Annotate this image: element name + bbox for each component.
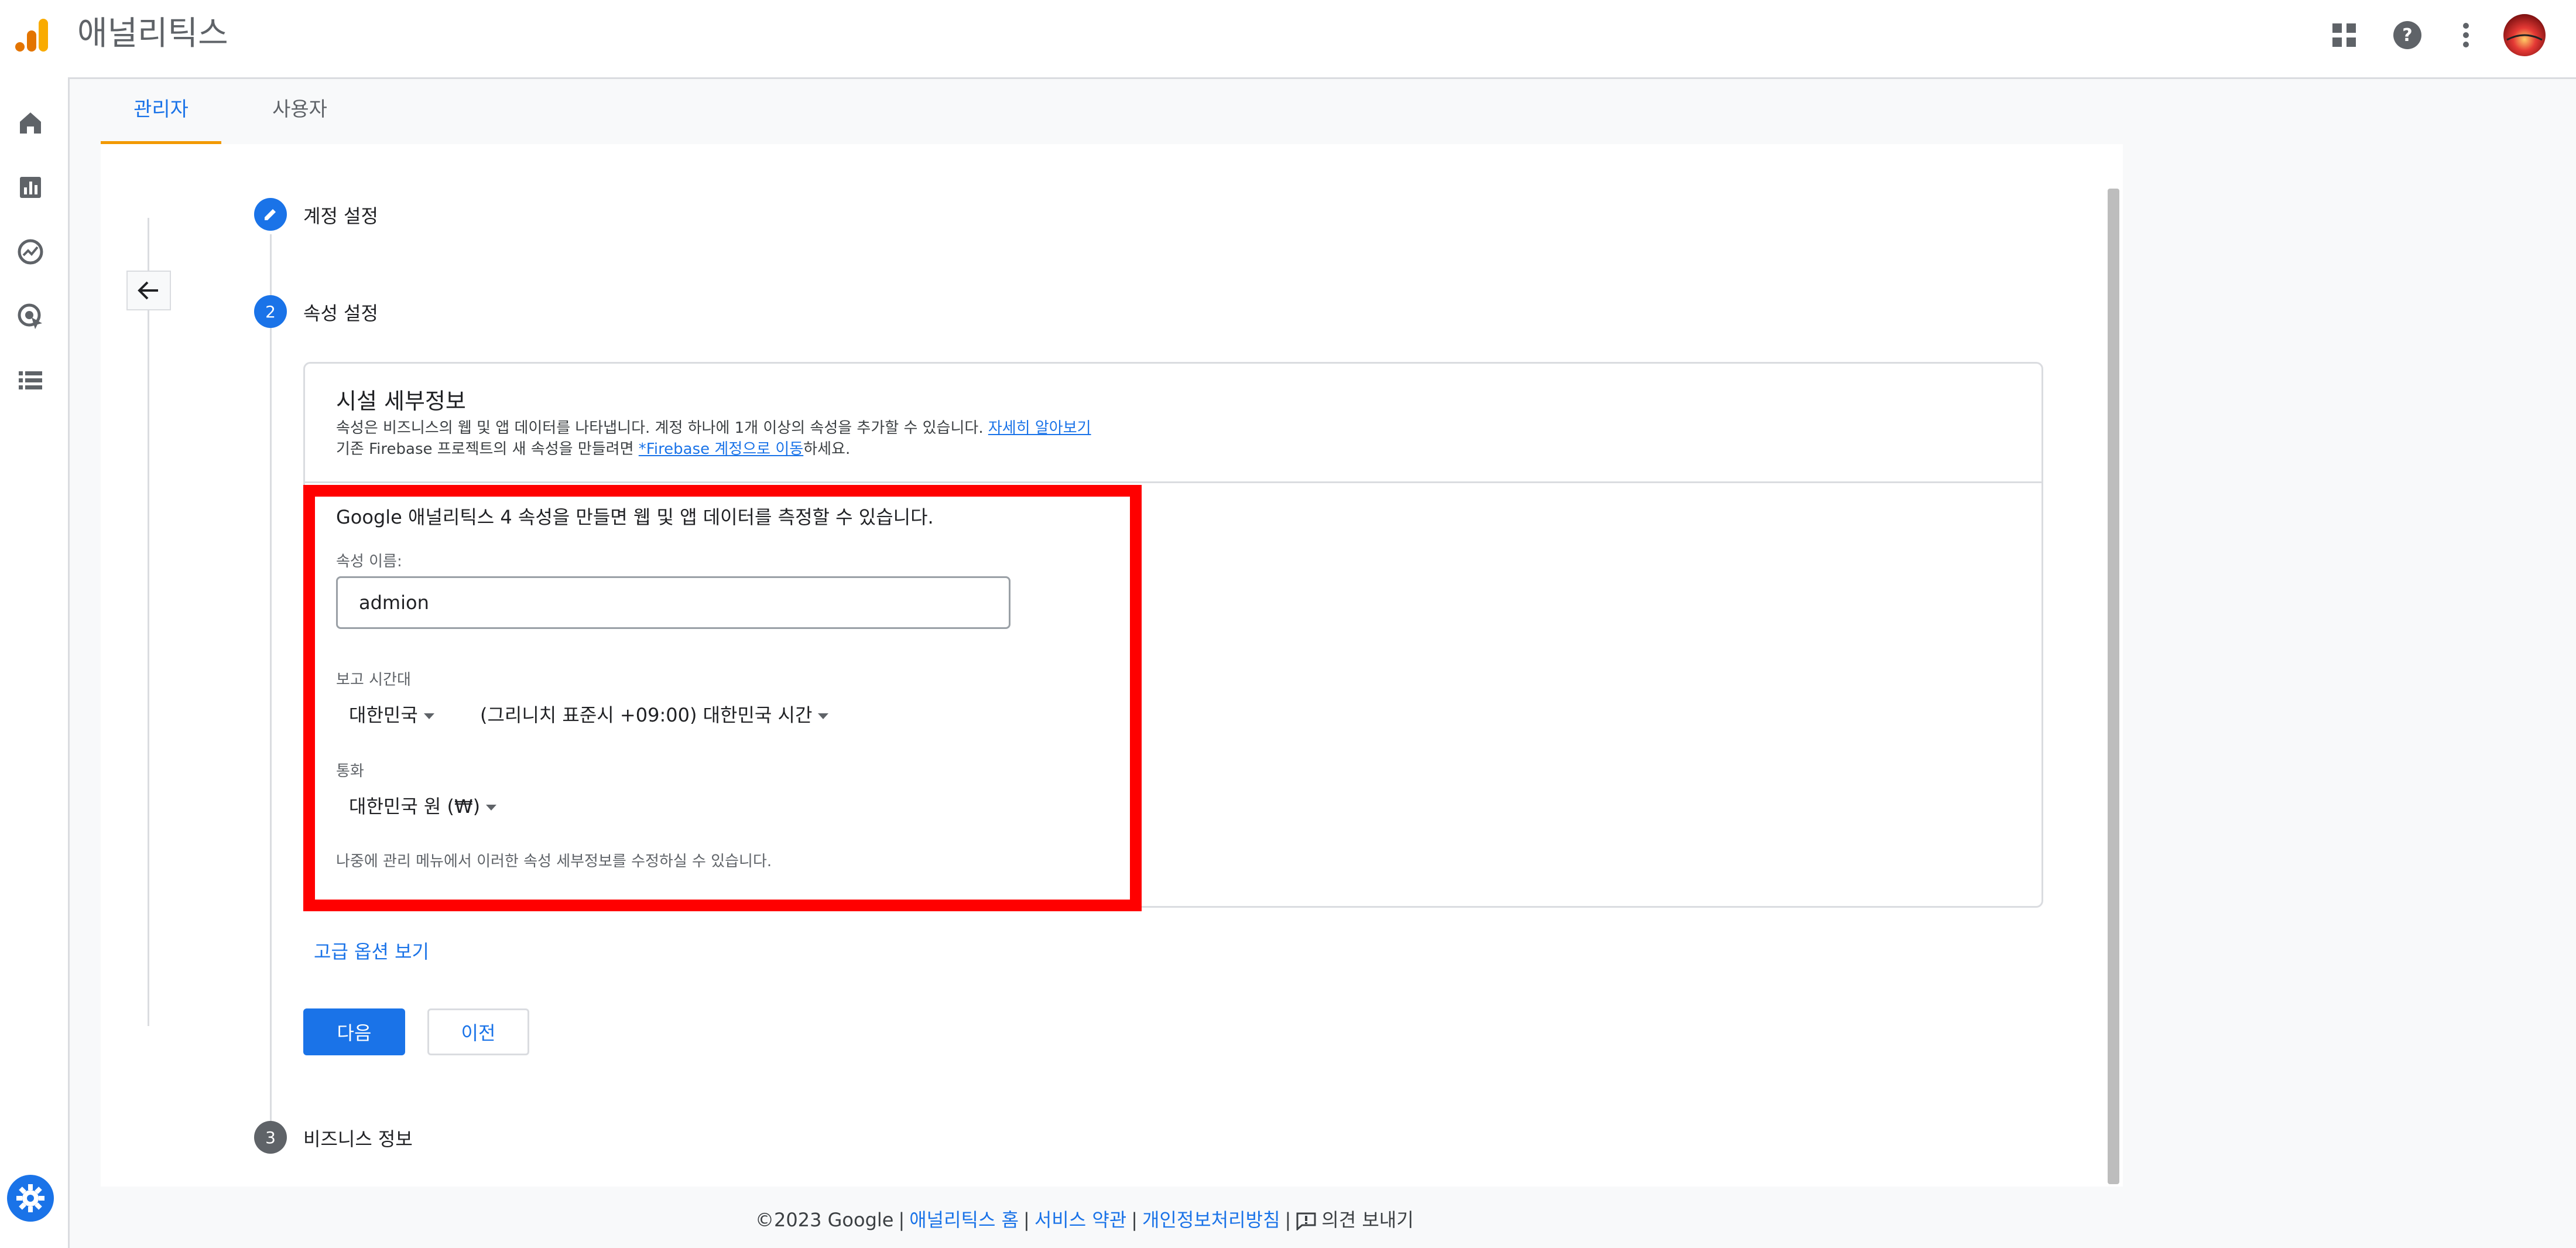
list-icon[interactable] xyxy=(14,364,47,397)
back-button[interactable] xyxy=(126,271,171,310)
left-navigation-rail xyxy=(0,77,70,1248)
step-3-label: 비즈니스 정보 xyxy=(303,1128,413,1150)
footer-feedback-link[interactable]: 의견 보내기 xyxy=(1321,1209,1413,1231)
footer-separator: | xyxy=(898,1209,905,1231)
advertising-icon[interactable] xyxy=(14,300,47,333)
svg-text:?: ? xyxy=(2402,25,2412,46)
footer-separator: | xyxy=(1023,1209,1030,1231)
scrollbar[interactable] xyxy=(2108,189,2119,1184)
footer-privacy-link[interactable]: 개인정보처리방침 xyxy=(1142,1209,1280,1231)
step-1-label[interactable]: 계정 설정 xyxy=(303,201,378,228)
firebase-link[interactable]: *Firebase 계정으로 이동 xyxy=(639,440,803,458)
bar-chart-icon[interactable] xyxy=(14,171,47,204)
learn-more-link[interactable]: 자세히 알아보기 xyxy=(988,419,1091,437)
card-divider xyxy=(303,481,2041,483)
app-title: 애널리틱스 xyxy=(77,15,228,53)
footer-copyright: ©2023 Google xyxy=(755,1209,894,1231)
footer-home-link[interactable]: 애널리틱스 홈 xyxy=(909,1209,1019,1231)
avatar[interactable] xyxy=(2502,13,2547,57)
previous-button[interactable]: 이전 xyxy=(427,1008,529,1055)
feedback-icon xyxy=(1296,1209,1321,1232)
card-description-2: 기존 Firebase 프로젝트의 새 속성을 만들려면 *Firebase 계… xyxy=(336,437,850,459)
home-icon[interactable] xyxy=(14,107,47,139)
highlight-box xyxy=(303,485,1142,911)
step-3-number: 3 xyxy=(254,1121,287,1154)
next-button[interactable]: 다음 xyxy=(303,1008,405,1055)
card-description-2-post: 하세요. xyxy=(803,440,851,458)
card-title: 시설 세부정보 xyxy=(336,388,466,414)
admin-settings-button[interactable] xyxy=(7,1175,54,1222)
help-icon[interactable]: ? xyxy=(2389,16,2426,54)
footer-separator: | xyxy=(1284,1209,1292,1231)
arrow-back-icon xyxy=(138,281,158,300)
card-description-1-text: 속성은 비즈니스의 웹 및 앱 데이터를 나타냅니다. 계정 하나에 1개 이상… xyxy=(336,419,984,437)
tab-user[interactable]: 사용자 xyxy=(253,77,347,144)
more-vert-icon[interactable] xyxy=(2447,16,2485,54)
stepper-line xyxy=(270,234,272,1136)
explore-icon[interactable] xyxy=(14,235,47,268)
step-2-label: 속성 설정 xyxy=(303,302,378,324)
step-1-done-indicator xyxy=(254,198,287,231)
footer: ©2023 Google | 애널리틱스 홈 | 서비스 약관 | 개인정보처리방침 | 의견 … xyxy=(755,1205,1414,1232)
step-2-number: 2 xyxy=(254,295,287,328)
card-description-1: 속성은 비즈니스의 웹 및 앱 데이터를 나타냅니다. 계정 하나에 1개 이상… xyxy=(336,416,1091,437)
pencil-icon xyxy=(265,209,276,220)
tab-admin[interactable]: 관리자 xyxy=(101,77,221,144)
gear-icon xyxy=(16,1184,44,1212)
card-description-2-pre: 기존 Firebase 프로젝트의 새 속성을 만들려면 xyxy=(336,440,639,458)
analytics-logo[interactable] xyxy=(13,16,50,54)
footer-separator: | xyxy=(1131,1209,1138,1231)
apps-grid-icon[interactable] xyxy=(2325,16,2363,54)
advanced-options-link[interactable]: 고급 옵션 보기 xyxy=(314,937,429,964)
footer-terms-link[interactable]: 서비스 약관 xyxy=(1034,1209,1126,1231)
outer-divider xyxy=(148,218,149,1026)
top-app-bar: 애널리틱스 ? xyxy=(0,0,2576,79)
